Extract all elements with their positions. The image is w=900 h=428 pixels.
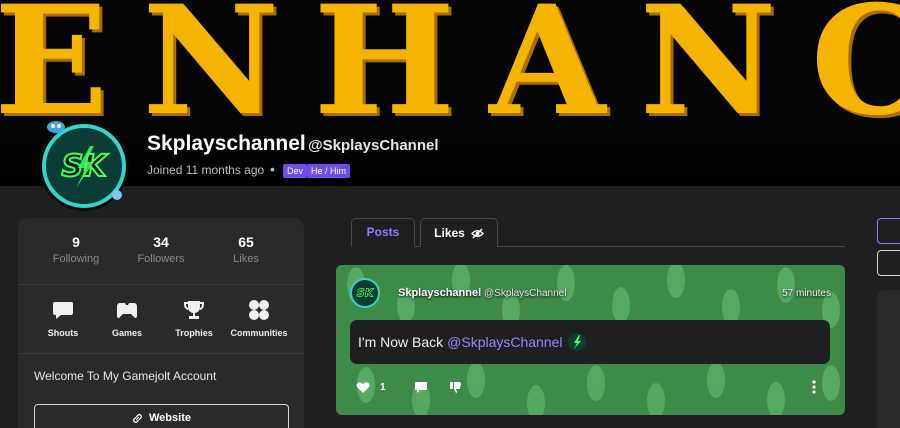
nav-communities[interactable]: Communities: [224, 298, 294, 338]
communities-icon: [249, 300, 269, 320]
stat-label: Following: [52, 253, 100, 265]
nav-shouts[interactable]: Shouts: [28, 298, 98, 338]
dev-badge: Dev: [283, 164, 308, 178]
profile-sidebar-card: 9 Following 34 Followers 65 Likes Shouts…: [18, 218, 304, 428]
post-author-handle[interactable]: @SkplaysChannel: [484, 288, 566, 299]
comment-icon: [415, 382, 427, 393]
sk-logo-icon: SK: [356, 286, 375, 300]
stat-followers[interactable]: 34 Followers: [121, 234, 201, 265]
like-button[interactable]: 1: [356, 377, 386, 397]
shouts-icon: [53, 302, 73, 319]
profile-page: ENHANCE SK Skplayschannel @SkplaysChanne…: [0, 0, 900, 428]
divider: [18, 284, 304, 285]
post-mention-link[interactable]: @SkplaysChannel: [447, 334, 562, 350]
website-button[interactable]: Website: [34, 404, 289, 428]
tab-posts[interactable]: Posts: [351, 218, 415, 247]
eye-off-icon: [470, 227, 484, 239]
like-count: 1: [380, 381, 386, 393]
post-text: I'm Now Back: [358, 334, 444, 350]
sk-emoji-icon: [567, 333, 586, 351]
stat-label: Likes: [233, 253, 259, 265]
profile-banner: ENHANCE: [0, 0, 900, 186]
stat-value: 65: [238, 234, 254, 250]
stat-value: 9: [72, 234, 80, 250]
avatar-frame-sparkle-icon: [112, 190, 122, 200]
banner-shade: [0, 116, 900, 186]
sk-logo-icon: SK: [61, 146, 110, 188]
svg-text:SK: SK: [357, 287, 375, 300]
nav-trophies[interactable]: Trophies: [159, 298, 229, 338]
post-more-button[interactable]: [812, 377, 816, 397]
stat-value: 34: [153, 234, 169, 250]
link-icon: [132, 413, 143, 423]
avatar-frame-decoration-icon: [47, 121, 65, 133]
nav-label: Shouts: [47, 328, 79, 338]
more-vertical-icon: [812, 380, 816, 394]
follow-button[interactable]: [877, 218, 900, 244]
separator-dot: •: [270, 161, 275, 177]
stat-label: Followers: [137, 253, 185, 265]
nav-label: Communities: [230, 328, 288, 338]
profile-bio: Welcome To My Gamejolt Account: [34, 369, 217, 383]
gamepad-icon: [117, 303, 137, 318]
secondary-action-button[interactable]: [877, 250, 900, 276]
stat-likes[interactable]: 65 Likes: [206, 234, 286, 265]
tab-label: Likes: [434, 226, 465, 240]
thumbs-down-icon: [450, 382, 461, 393]
pronouns-badge: He / Him: [307, 164, 351, 178]
profile-display-name: Skplayschannel: [147, 132, 306, 155]
post-author-name[interactable]: Skplayschannel: [398, 287, 481, 299]
heart-icon: [356, 381, 370, 393]
website-label: Website: [149, 412, 191, 424]
stat-following[interactable]: 9 Following: [36, 234, 116, 265]
nav-games[interactable]: Games: [92, 298, 162, 338]
profile-joined: Joined 11 months ago: [147, 163, 265, 177]
divider: [18, 353, 304, 354]
post-timestamp[interactable]: 57 minutes: [782, 288, 831, 299]
post-author-avatar[interactable]: SK: [350, 278, 380, 308]
right-sidebar-card: [877, 290, 900, 428]
dislike-button[interactable]: [448, 377, 462, 397]
profile-handle[interactable]: @SkplaysChannel: [308, 137, 439, 154]
post-content: I'm Now Back @SkplaysChannel: [350, 320, 830, 364]
nav-label: Games: [111, 328, 143, 338]
post-actions: 1: [356, 377, 826, 397]
comment-button[interactable]: [414, 377, 428, 397]
tab-likes[interactable]: Likes: [420, 218, 498, 247]
post-card[interactable]: SK Skplayschannel @SkplaysChannel 57 min…: [336, 265, 845, 415]
trophy-icon: [184, 301, 204, 319]
tab-label: Posts: [366, 225, 400, 239]
nav-label: Trophies: [175, 328, 213, 338]
